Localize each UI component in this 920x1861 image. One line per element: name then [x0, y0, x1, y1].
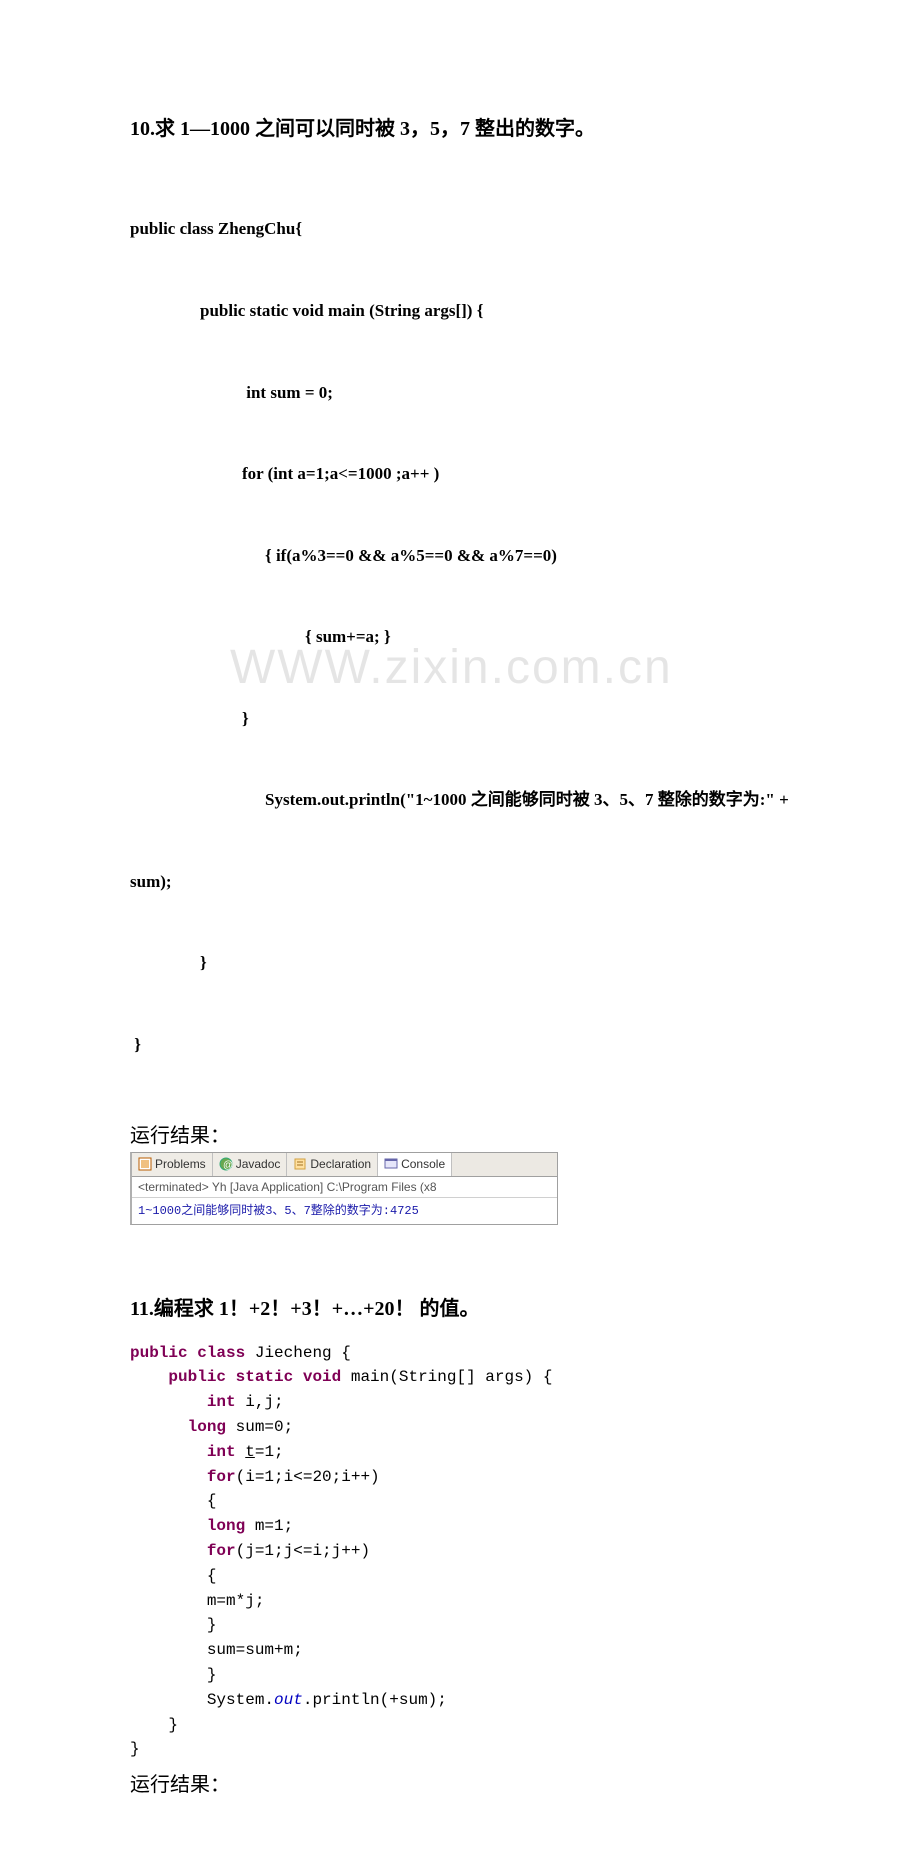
code-line: long sum=0; — [130, 1415, 790, 1440]
code-token: { — [207, 1567, 217, 1585]
problem10-result-label: 运行结果： — [130, 1119, 790, 1148]
code-token: =1; — [255, 1443, 284, 1461]
code-token: for — [207, 1468, 236, 1486]
code-token: int — [207, 1393, 236, 1411]
code-token: } — [168, 1716, 178, 1734]
code-line: { if(a%3==0 && a%5==0 && a%7==0) — [130, 542, 790, 569]
console-icon — [384, 1157, 398, 1171]
problem11-code: public class Jiecheng { public static vo… — [130, 1341, 790, 1763]
tab-label: Console — [401, 1157, 445, 1171]
code-token: Jiecheng { — [245, 1344, 351, 1362]
code-line: } — [130, 1663, 790, 1688]
code-token: m=m*j; — [207, 1592, 265, 1610]
code-line: sum=sum+m; — [130, 1638, 790, 1663]
problem10-code: public class ZhengChu{ public static voi… — [130, 161, 790, 1113]
code-token: (j=1;j<=i;j++) — [236, 1542, 370, 1560]
problem11-result-label: 运行结果： — [130, 1768, 790, 1797]
code-token: public — [130, 1344, 188, 1362]
javadoc-icon: @ — [219, 1157, 233, 1171]
code-token: long — [188, 1418, 226, 1436]
code-token: for — [207, 1542, 236, 1560]
code-line: { — [130, 1564, 790, 1589]
code-line: System.out.println(+sum); — [130, 1688, 790, 1713]
code-token: class — [197, 1344, 245, 1362]
code-token: sum=sum+m; — [207, 1641, 303, 1659]
ide-status: <terminated> Yh [Java Application] C:\Pr… — [132, 1177, 557, 1198]
code-token — [226, 1368, 236, 1386]
tab-declaration[interactable]: Declaration — [287, 1153, 378, 1176]
svg-text:@: @ — [223, 1160, 233, 1171]
code-line: { sum+=a; } — [130, 623, 790, 650]
tab-javadoc[interactable]: @ Javadoc — [213, 1153, 288, 1176]
problems-icon — [138, 1157, 152, 1171]
code-token: main(String[] args) { — [341, 1368, 552, 1386]
code-token: sum=0; — [226, 1418, 293, 1436]
tab-problems[interactable]: Problems — [132, 1153, 213, 1176]
code-line: long m=1; — [130, 1514, 790, 1539]
code-token: } — [207, 1616, 217, 1634]
code-token — [293, 1368, 303, 1386]
code-token: static — [236, 1368, 294, 1386]
code-line: } — [130, 705, 790, 732]
code-line: m=m*j; — [130, 1589, 790, 1614]
tab-console[interactable]: Console — [378, 1153, 452, 1176]
code-token: t — [245, 1443, 255, 1461]
ide-console-panel: Problems @ Javadoc Declaration Console <… — [130, 1152, 558, 1225]
ide-tabs: Problems @ Javadoc Declaration Console — [132, 1153, 557, 1177]
code-token — [188, 1344, 198, 1362]
code-token: long — [207, 1517, 245, 1535]
code-line: System.out.println("1~1000 之间能够同时被 3、5、7… — [130, 786, 790, 813]
code-token: out — [274, 1691, 303, 1709]
code-line: public static void main(String[] args) { — [130, 1365, 790, 1390]
code-token: public — [168, 1368, 226, 1386]
code-line: } — [130, 1713, 790, 1738]
code-line: public class Jiecheng { — [130, 1341, 790, 1366]
code-token: System. — [207, 1691, 274, 1709]
code-line: } — [130, 1031, 790, 1058]
code-token: .println(+sum); — [303, 1691, 447, 1709]
tab-label: Declaration — [310, 1157, 371, 1171]
code-line: } — [130, 949, 790, 976]
code-token: { — [207, 1492, 217, 1510]
code-line: } — [130, 1613, 790, 1638]
declaration-icon — [293, 1157, 307, 1171]
code-line: public static void main (String args[]) … — [130, 297, 790, 324]
code-line: int sum = 0; — [130, 379, 790, 406]
code-line: int t=1; — [130, 1440, 790, 1465]
code-line: { — [130, 1489, 790, 1514]
code-token: } — [130, 1740, 140, 1758]
code-line: for(i=1;i<=20;i++) — [130, 1465, 790, 1490]
code-token — [236, 1443, 246, 1461]
tab-label: Javadoc — [236, 1157, 281, 1171]
code-token: (i=1;i<=20;i++) — [236, 1468, 380, 1486]
code-token: int — [207, 1443, 236, 1461]
code-token: m=1; — [245, 1517, 293, 1535]
code-line: for (int a=1;a<=1000 ;a++ ) — [130, 460, 790, 487]
code-line: for(j=1;j<=i;j++) — [130, 1539, 790, 1564]
code-token: void — [303, 1368, 341, 1386]
code-line: sum); — [130, 868, 790, 895]
tab-label: Problems — [155, 1157, 206, 1171]
code-token: } — [207, 1666, 217, 1684]
ide-output: 1~1000之间能够同时被3、5、7整除的数字为:4725 — [132, 1198, 557, 1224]
problem11-heading: 11.编程求 1！+2！+3！+…+20！ 的值。 — [130, 1295, 790, 1323]
problem10-heading: 10.求 1—1000 之间可以同时被 3，5，7 整出的数字。 — [130, 115, 790, 143]
code-line: } — [130, 1737, 790, 1762]
code-token: i,j; — [236, 1393, 284, 1411]
code-line: int i,j; — [130, 1390, 790, 1415]
code-line: public class ZhengChu{ — [130, 215, 790, 242]
